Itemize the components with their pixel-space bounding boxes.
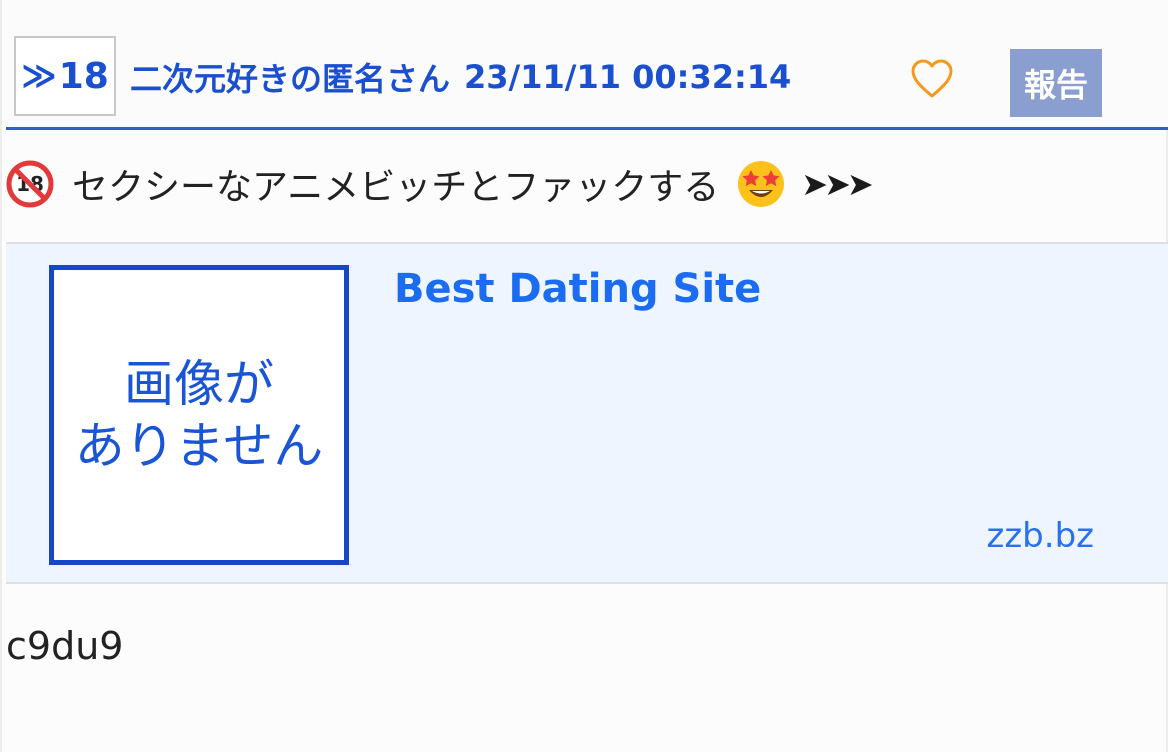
res-number-label: 18 xyxy=(58,55,109,97)
post-header: ≫ 18 二次元好きの匿名さん 23/11/11 00:32:14 報告 xyxy=(6,0,1168,130)
link-card-title[interactable]: Best Dating Site xyxy=(394,266,761,312)
post-datetime: 23/11/11 00:32:14 xyxy=(464,58,792,96)
poster-meta: 二次元好きの匿名さん 23/11/11 00:32:14 xyxy=(130,52,791,102)
link-card-domain: zzb.bz xyxy=(986,516,1094,556)
star-struck-emoji-icon xyxy=(735,158,787,210)
post-body: 18 セクシーなアニメビッチとファックする ➤➤➤ xyxy=(6,152,874,216)
arrow-glyphs: ➤➤➤ xyxy=(801,165,873,203)
thumbnail-placeholder: 画像が ありません xyxy=(49,265,349,565)
poster-name: 二次元好きの匿名さん xyxy=(130,60,451,98)
res-number-anchor[interactable]: ≫ 18 xyxy=(14,36,116,116)
heart-outline-icon xyxy=(911,59,953,98)
report-button[interactable]: 報告 xyxy=(1010,49,1102,117)
no-under-18-icon: 18 xyxy=(6,160,54,208)
link-preview-card[interactable]: 画像が ありません Best Dating Site zzb.bz xyxy=(6,242,1168,584)
post-id-text: c9du9 xyxy=(6,624,124,668)
like-button[interactable] xyxy=(908,56,956,102)
thumbnail-text-line2: ありません xyxy=(74,417,324,475)
reply-chevron-icon: ≫ xyxy=(21,56,57,96)
page-frame: ≫ 18 二次元好きの匿名さん 23/11/11 00:32:14 報告 18 … xyxy=(0,0,1168,752)
thumbnail-text-line1: 画像が xyxy=(124,355,274,413)
post-body-text: セクシーなアニメビッチとファックする xyxy=(72,167,720,208)
